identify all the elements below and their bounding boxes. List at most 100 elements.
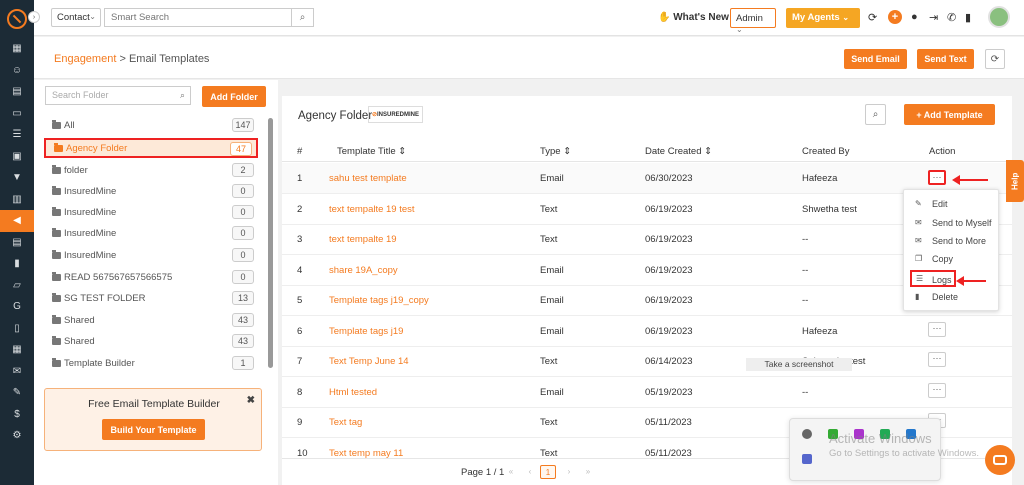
engagement-nav-icon[interactable]: ◀ <box>0 210 34 232</box>
smart-search-input[interactable] <box>104 8 292 27</box>
list-icon: ☰ <box>916 274 924 283</box>
search-icon[interactable]: ⌕ <box>865 104 886 125</box>
cloud-icon[interactable] <box>802 429 812 439</box>
settings-nav-icon[interactable]: ⚙ <box>0 425 34 447</box>
build-template-button[interactable]: Build Your Template <box>102 419 205 440</box>
last-page-button[interactable]: » <box>580 465 596 479</box>
template-link[interactable]: Text Temp June 14 <box>329 356 409 367</box>
menu-copy[interactable]: ❐ Copy <box>904 251 1000 268</box>
left-nav: ▦ ☺ ▤ ▭ ☰ ▣ ▼ ▥ ◀ ▤ ▮ ▱ G ▯ ▦ ✉ ✎ $ ⚙ <box>0 0 34 485</box>
profile-nav-icon[interactable]: ▣ <box>0 146 34 168</box>
folder-nav-icon[interactable]: ▱ <box>0 275 34 297</box>
chat-icon <box>993 455 1007 465</box>
breadcrumb-engagement[interactable]: Engagement <box>54 53 116 65</box>
top-bar: Contact ⌄ ⌕ ✋ What's New Admin ⌄ My Agen… <box>34 0 1024 36</box>
folder-item[interactable]: All 147 <box>44 116 258 134</box>
template-link[interactable]: Text tag <box>329 417 362 428</box>
template-link[interactable]: Html tested <box>329 387 377 398</box>
signature-nav-icon[interactable]: ✎ <box>0 382 34 404</box>
panel-title: Agency Folder <box>298 110 373 122</box>
add-folder-button[interactable]: Add Folder <box>202 86 266 107</box>
sort-type[interactable]: Type ⇕ <box>540 146 571 157</box>
calculator-icon[interactable]: ▮ <box>965 11 971 24</box>
mail-nav-icon[interactable]: ✉ <box>0 361 34 383</box>
nav-expand-icon[interactable]: › <box>28 11 40 23</box>
folder-scrollbar[interactable] <box>268 118 273 368</box>
folder-item[interactable]: SG TEST FOLDER 13 <box>44 289 258 307</box>
quick-add-icon[interactable]: + <box>888 10 902 24</box>
reports-nav-icon[interactable]: ▤ <box>0 232 34 254</box>
policies-nav-icon[interactable]: ▭ <box>0 103 34 125</box>
role-select[interactable]: Admin ⌄ <box>730 8 776 34</box>
menu-edit[interactable]: ✎ Edit <box>904 196 1000 213</box>
folder-search-input[interactable]: Search Folder ⌕ <box>45 86 191 105</box>
template-link[interactable]: Template tags j19 <box>329 326 403 337</box>
files-nav-icon[interactable]: ▯ <box>0 318 34 340</box>
close-icon[interactable]: ✖ <box>247 395 255 406</box>
folder-panel: Search Folder ⌕ Add Folder All 147 Agency… <box>34 80 278 485</box>
dashboard-nav-icon[interactable]: ▦ <box>0 38 34 60</box>
avatar[interactable] <box>988 6 1010 28</box>
sort-title[interactable]: Template Title ⇕ <box>337 146 406 157</box>
folder-item[interactable]: InsuredMine 0 <box>44 203 258 221</box>
help-tab[interactable]: Help <box>1006 160 1024 202</box>
tasks-nav-icon[interactable]: ▥ <box>0 189 34 211</box>
menu-send-to-more[interactable]: ✉ Send to More <box>904 233 1000 250</box>
template-link[interactable]: share 19A_copy <box>329 265 398 276</box>
screenshot-tooltip: Take a screenshot <box>746 358 852 371</box>
folder-item-agency[interactable]: Agency Folder 47 <box>44 138 258 158</box>
my-agents-button[interactable]: My Agents ⌄ <box>786 8 860 28</box>
next-page-button[interactable]: › <box>561 465 577 479</box>
insuredmine-logo: ⊘ INSUREDMINE <box>368 106 423 123</box>
template-link[interactable]: Text temp may 11 <box>329 448 403 458</box>
annotation-arrow-head <box>956 276 964 286</box>
billing-nav-icon[interactable]: $ <box>0 404 34 426</box>
row-actions-button[interactable]: ··· <box>928 352 946 367</box>
page-button[interactable]: 1 <box>540 465 556 479</box>
folder-item[interactable]: READ 567567657566575 0 <box>44 268 258 286</box>
send-text-button[interactable]: Send Text <box>917 49 974 69</box>
menu-send-to-myself[interactable]: ✉ Send to Myself <box>904 215 1000 232</box>
contacts-nav-icon[interactable]: ☺ <box>0 60 34 82</box>
folder-item[interactable]: Template Builder 1 <box>44 354 258 372</box>
activation-watermark-sub: Go to Settings to activate Windows. <box>829 448 979 459</box>
list-nav-icon[interactable]: ☰ <box>0 124 34 146</box>
folder-item[interactable]: folder 2 <box>44 161 258 179</box>
prev-page-button[interactable]: ‹ <box>522 465 538 479</box>
chat-button[interactable] <box>985 445 1015 475</box>
template-link[interactable]: text tempalte 19 test <box>329 204 415 215</box>
add-template-button[interactable]: + Add Template <box>904 104 995 125</box>
refresh-icon[interactable]: ⟳ <box>985 49 1005 69</box>
template-link[interactable]: Template tags j19_copy <box>329 295 429 306</box>
documents-nav-icon[interactable]: ▤ <box>0 81 34 103</box>
contact-select[interactable]: Contact ⌄ <box>51 8 101 27</box>
folder-item[interactable]: InsuredMine 0 <box>44 246 258 264</box>
analytics-nav-icon[interactable]: ▮ <box>0 253 34 275</box>
folder-item[interactable]: InsuredMine 0 <box>44 224 258 242</box>
whats-new-link[interactable]: ✋ What's New <box>658 12 729 23</box>
sync-icon[interactable]: ⟳ <box>868 11 877 24</box>
folder-item[interactable]: Shared 43 <box>44 311 258 329</box>
user-icon[interactable]: ● <box>911 11 918 23</box>
folder-item[interactable]: Shared 43 <box>44 332 258 350</box>
menu-logs[interactable]: ☰ Logs <box>910 270 956 287</box>
template-link[interactable]: sahu test template <box>329 173 407 184</box>
search-icon[interactable]: ⌕ <box>292 8 314 27</box>
hand-icon: ✋ <box>658 12 671 23</box>
send-email-button[interactable]: Send Email <box>844 49 907 69</box>
google-nav-icon[interactable]: G <box>0 296 34 318</box>
menu-delete[interactable]: ▮ Delete <box>904 289 1000 306</box>
first-page-button[interactable]: « <box>503 465 519 479</box>
calendar-nav-icon[interactable]: ▦ <box>0 339 34 361</box>
row-actions-button[interactable]: ··· <box>928 322 946 337</box>
row-actions-button[interactable]: ··· <box>928 170 946 185</box>
folder-icon <box>52 292 61 302</box>
row-actions-button[interactable]: ··· <box>928 383 946 398</box>
template-link[interactable]: text tempalte 19 <box>329 234 397 245</box>
sort-date[interactable]: Date Created ⇕ <box>645 146 712 157</box>
teams-icon[interactable] <box>802 454 812 464</box>
logout-icon[interactable]: ⇥ <box>929 11 938 24</box>
folder-item[interactable]: InsuredMine 0 <box>44 182 258 200</box>
phone-icon[interactable]: ✆ <box>947 11 956 24</box>
filter-nav-icon[interactable]: ▼ <box>0 167 34 189</box>
